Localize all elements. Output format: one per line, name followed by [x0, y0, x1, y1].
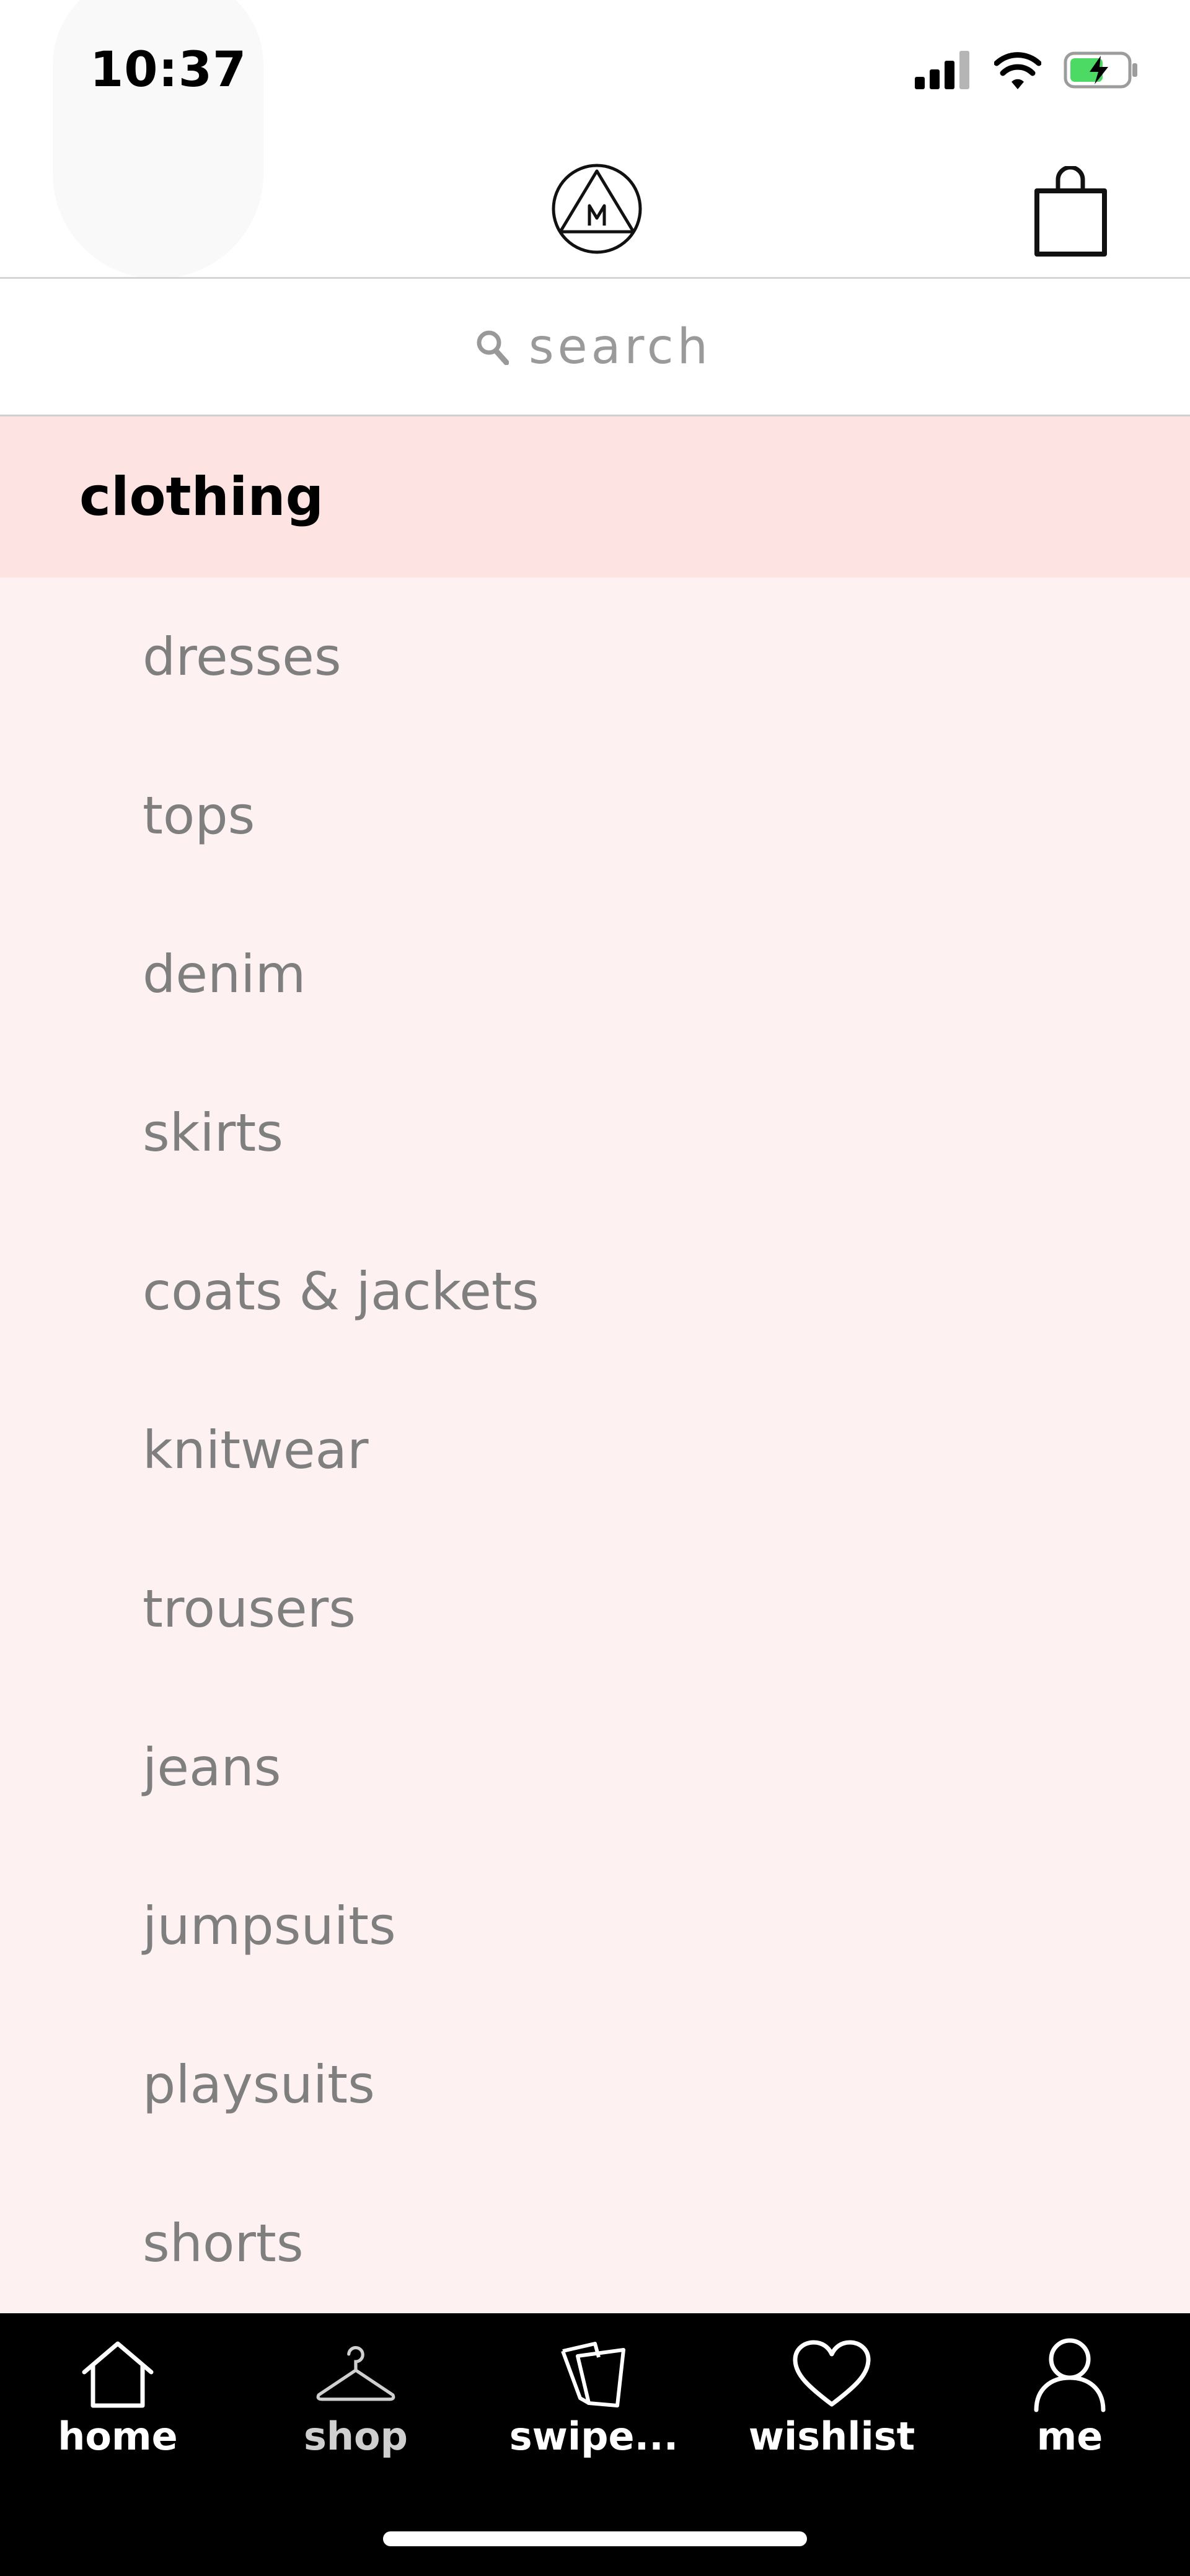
tab-me[interactable]: me: [971, 2337, 1169, 2479]
list-item-jumpsuits[interactable]: jumpsuits: [0, 1847, 1190, 2005]
tab-home[interactable]: home: [19, 2337, 217, 2479]
tab-label: me: [1036, 2414, 1103, 2459]
status-time: 10:37: [90, 42, 247, 98]
user-icon: [1034, 2338, 1106, 2412]
tab-label: shop: [303, 2414, 408, 2459]
wifi-icon: [994, 52, 1041, 89]
brand-logo-icon[interactable]: [550, 162, 643, 255]
battery-charging-icon: [1064, 51, 1137, 89]
home-icon: [82, 2341, 154, 2408]
hanger-icon: [316, 2345, 395, 2401]
category-header[interactable]: clothing: [0, 416, 1190, 578]
home-indicator: [383, 2531, 807, 2546]
list-item-denim[interactable]: denim: [0, 895, 1190, 1053]
tab-shop[interactable]: shop: [257, 2337, 455, 2479]
app-header: [0, 130, 1190, 279]
tab-label: swipe...: [509, 2414, 679, 2459]
tab-swipe[interactable]: swipe...: [495, 2337, 693, 2479]
list-item-knitwear[interactable]: knitwear: [0, 1371, 1190, 1529]
list-item-tops[interactable]: tops: [0, 736, 1190, 895]
tab-label: wishlist: [748, 2414, 915, 2459]
tab-wishlist[interactable]: wishlist: [733, 2337, 931, 2479]
shopping-bag-icon[interactable]: [1032, 166, 1109, 259]
list-item-coats-jackets[interactable]: coats & jackets: [0, 1212, 1190, 1371]
heart-icon: [793, 2340, 871, 2407]
bottom-tab-bar: home shop swipe... wishlist me: [0, 2313, 1190, 2576]
tab-label: home: [58, 2414, 178, 2459]
status-icons: [915, 51, 1140, 89]
list-item-shorts[interactable]: shorts: [0, 2164, 1190, 2313]
list-item-skirts[interactable]: skirts: [0, 1053, 1190, 1212]
subcategory-list: dresses tops denim skirts coats & jacket…: [0, 578, 1190, 2313]
swipe-cards-icon: [561, 2342, 625, 2407]
signal-icon: [915, 51, 969, 89]
list-item-jeans[interactable]: jeans: [0, 1688, 1190, 1847]
status-bar: 10:37: [0, 0, 1190, 279]
search-icon: [477, 330, 509, 365]
search-bar[interactable]: [0, 279, 1190, 416]
list-item-trousers[interactable]: trousers: [0, 1529, 1190, 1688]
list-item-dresses[interactable]: dresses: [0, 578, 1190, 736]
category-title: clothing: [79, 466, 324, 528]
list-item-playsuits[interactable]: playsuits: [0, 2005, 1190, 2164]
app-screen: 10:37 search clothing dresses tops denim…: [0, 0, 1190, 2576]
search-input[interactable]: [529, 319, 715, 375]
